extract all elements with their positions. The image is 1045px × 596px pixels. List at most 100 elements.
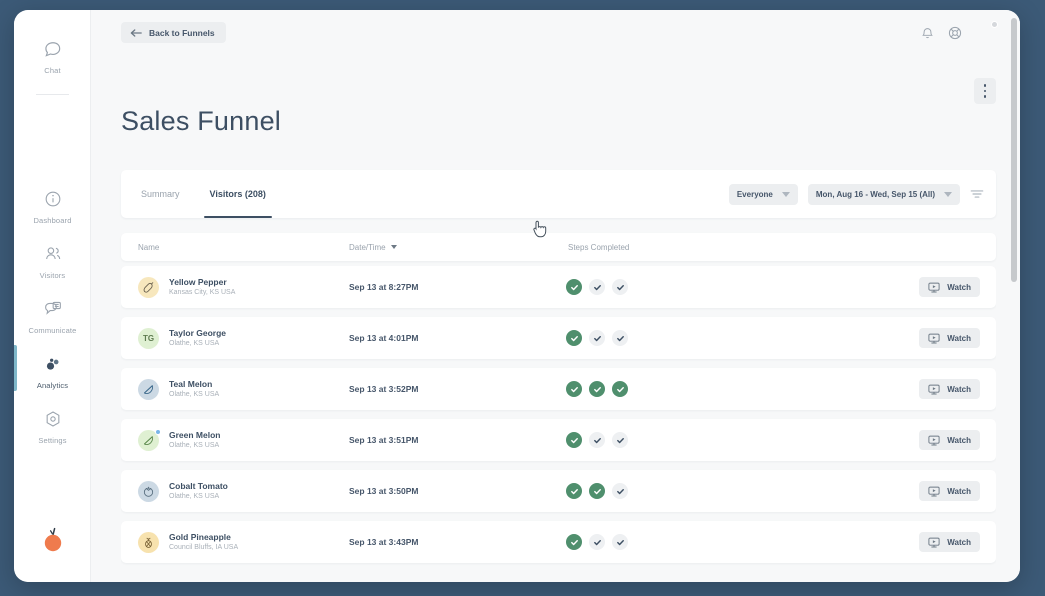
table-header: Name Date/Time Steps Completed: [121, 233, 996, 261]
visitor-datetime: Sep 13 at 3:43PM: [349, 537, 419, 547]
watch-button-label: Watch: [947, 537, 971, 547]
column-header-steps[interactable]: Steps Completed: [568, 233, 629, 261]
watch-button[interactable]: Watch: [919, 532, 980, 552]
visitor-name: Cobalt Tomato: [169, 480, 228, 491]
app-logo[interactable]: [14, 523, 91, 558]
date-range-select[interactable]: Mon, Aug 16 - Wed, Sep 15 (All): [807, 183, 960, 205]
watch-button-label: Watch: [947, 333, 971, 343]
table-row[interactable]: Yellow Pepper Kansas City, KS USA Sep 13 a…: [121, 266, 996, 308]
visitor-name-block: Taylor George Olathe, KS USA: [169, 328, 226, 349]
sidebar-item-analytics[interactable]: Analytics: [14, 343, 91, 398]
monitor-play-icon: [928, 537, 940, 548]
visitor-name-block: Yellow Pepper Kansas City, KS USA: [169, 277, 235, 298]
step-completed-icon: [589, 381, 605, 397]
watch-button-label: Watch: [947, 435, 971, 445]
watch-button-label: Watch: [947, 486, 971, 496]
visitor-name-block: Green Melon Olathe, KS USA: [169, 430, 220, 451]
sidebar-item-label-communicate: Communicate: [28, 326, 77, 335]
communicate-message-icon: [14, 297, 91, 321]
sidebar-item-visitors[interactable]: Visitors: [14, 233, 91, 288]
visitor-location: Kansas City, KS USA: [169, 289, 236, 297]
bell-icon[interactable]: [921, 26, 934, 40]
visitor-name-block: Teal Melon Olathe, KS USA: [169, 379, 219, 400]
online-status-dot: [155, 428, 161, 435]
more-options-button[interactable]: [974, 78, 996, 104]
monitor-play-icon: [928, 486, 940, 497]
sidebar-nav: Dashboard Visitors Communicate Analytics…: [14, 178, 91, 453]
visitor-name-cell: Cobalt Tomato Olathe, KS USA: [138, 470, 228, 512]
steps-completed-cell: [566, 521, 628, 563]
table-row[interactable]: Gold Pineapple Council Bluffs, IA USA Sep …: [121, 521, 996, 563]
visitor-name: Green Melon: [169, 429, 221, 440]
step-completed-icon: [589, 483, 605, 499]
visitor-name-cell: TG Taylor George Olathe, KS USA: [138, 317, 226, 359]
chevron-down-icon: [781, 191, 790, 197]
watch-button-label: Watch: [947, 384, 971, 394]
column-header-name-label: Name: [138, 242, 160, 252]
steps-completed-cell: [566, 266, 628, 308]
sidebar-item-communicate[interactable]: Communicate: [14, 288, 91, 343]
watch-button[interactable]: Watch: [919, 430, 980, 450]
avatar-initials: TG: [142, 333, 155, 343]
tab-summary-label: Summary: [141, 189, 180, 199]
step-completed-icon: [566, 432, 582, 448]
visitor-name: Yellow Pepper: [169, 276, 227, 287]
dashboard-info-icon: [14, 187, 91, 211]
melon-icon: [138, 378, 159, 400]
column-header-date[interactable]: Date/Time: [349, 233, 397, 261]
sidebar-item-dashboard[interactable]: Dashboard: [14, 178, 91, 233]
monitor-play-icon: [928, 384, 940, 395]
watch-button[interactable]: Watch: [919, 481, 980, 501]
tab-list: Summary Visitors (208): [135, 170, 273, 218]
melon-icon: [138, 428, 161, 451]
settings-hexagon-icon: [14, 407, 91, 431]
globe-help-icon[interactable]: [948, 26, 962, 40]
tab-visitors[interactable]: Visitors (208): [203, 170, 273, 218]
visitor-name: Taylor George: [169, 327, 226, 338]
sort-descending-icon: [390, 245, 397, 249]
audience-select[interactable]: Everyone: [728, 183, 798, 205]
visitor-location: Olathe, KS USA: [169, 340, 220, 348]
filter-lines-icon[interactable]: [970, 188, 984, 200]
visitor-datetime: Sep 13 at 3:51PM: [349, 435, 419, 445]
audience-select-value: Everyone: [736, 189, 773, 199]
user-avatar[interactable]: [976, 21, 998, 43]
table-row[interactable]: Teal Melon Olathe, KS USA Sep 13 at 3:52PM…: [121, 368, 996, 410]
step-completed-icon: [566, 381, 582, 397]
step-incomplete-icon: [612, 432, 628, 448]
watch-cell: Watch: [919, 317, 980, 359]
column-header-name[interactable]: Name: [138, 233, 159, 261]
step-incomplete-icon: [612, 279, 628, 295]
visitor-location: Council Bluffs, IA USA: [169, 544, 239, 552]
table-row[interactable]: Green Melon Olathe, KS USA Sep 13 at 3:51P…: [121, 419, 996, 461]
visitor-name: Gold Pineapple: [169, 531, 231, 542]
watch-button[interactable]: Watch: [919, 277, 980, 297]
watch-button[interactable]: Watch: [919, 379, 980, 399]
watch-button[interactable]: Watch: [919, 328, 980, 348]
step-incomplete-icon: [612, 330, 628, 346]
tab-summary[interactable]: Summary: [135, 170, 186, 218]
step-incomplete-icon: [589, 534, 605, 550]
sidebar-item-label-dashboard: Dashboard: [33, 216, 72, 225]
table-row[interactable]: TG Taylor George Olathe, KS USA Sep 13 at 4…: [121, 317, 996, 359]
topbar-actions: [921, 21, 998, 43]
watch-cell: Watch: [919, 521, 980, 563]
visitors-people-icon: [14, 242, 91, 266]
more-vertical-icon-dot: [983, 89, 987, 93]
page-scrollbar-thumb[interactable]: [1011, 18, 1017, 282]
avatar-status-dot: [991, 21, 998, 28]
watch-cell: Watch: [919, 368, 980, 410]
back-to-funnels-button[interactable]: Back to Funnels: [121, 22, 226, 43]
sidebar-item-label-visitors: Visitors: [39, 271, 66, 280]
page-scrollbar-track[interactable]: [1011, 18, 1017, 574]
step-incomplete-icon: [612, 483, 628, 499]
visitor-datetime: Sep 13 at 3:52PM: [349, 384, 419, 394]
sidebar-item-settings[interactable]: Settings: [14, 398, 91, 453]
watch-cell: Watch: [919, 266, 980, 308]
app-root: Chat Dashboard Visitors Communicate Anal…: [0, 0, 1045, 596]
step-incomplete-icon: [612, 534, 628, 550]
table-row[interactable]: Cobalt Tomato Olathe, KS USA Sep 13 at 3:5…: [121, 470, 996, 512]
avatar-initials-badge: TG: [138, 327, 159, 349]
sidebar-item-chat[interactable]: Chat: [14, 28, 91, 95]
sidebar-item-label-chat: Chat: [44, 66, 61, 75]
